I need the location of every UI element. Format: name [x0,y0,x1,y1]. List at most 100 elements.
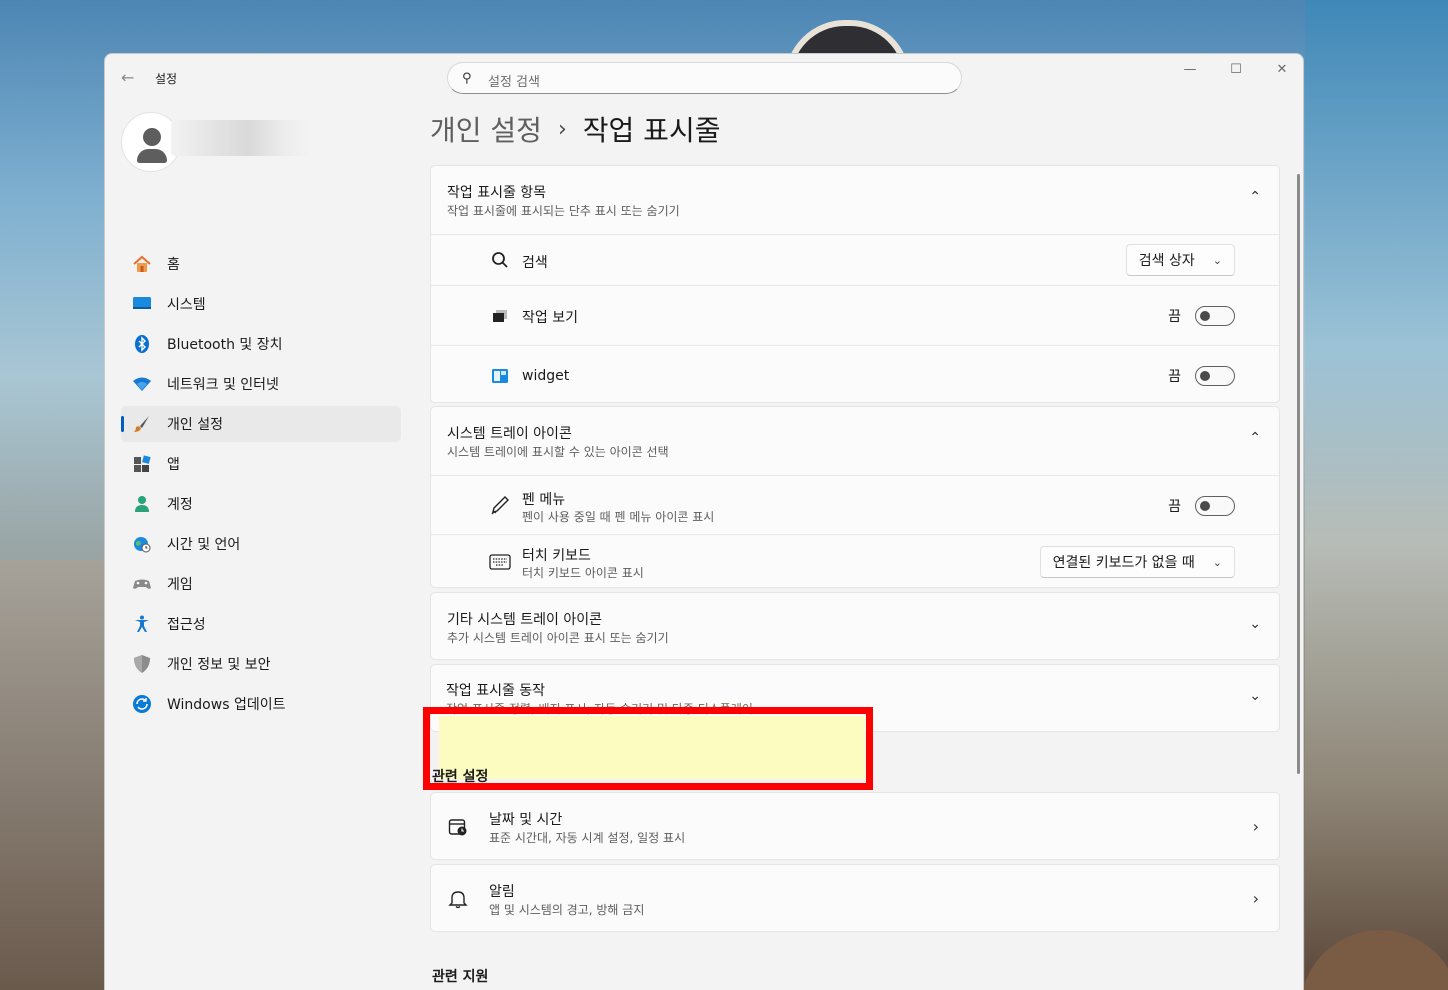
system-tray-header[interactable]: 시스템 트레이 아이콘 시스템 트레이에 표시할 수 있는 아이콘 선택 ⌃ [431,407,1279,475]
back-arrow-icon[interactable]: ← [121,68,134,87]
chevron-down-icon: ⌄ [1249,688,1261,704]
chevron-up-icon: ⌃ [1249,189,1261,205]
breadcrumb: 개인 설정 › 작업 표시줄 [430,106,720,152]
sidebar-item-windows-update[interactable]: Windows 업데이트 [121,686,401,722]
dropdown-value: 검색 상자 [1138,253,1195,269]
sidebar-item-gaming[interactable]: 게임 [121,566,401,602]
touch-keyboard-sub: 터치 키보드 아이콘 표시 [522,566,644,580]
sidebar-item-time-language[interactable]: 시간 및 언어 [121,526,401,562]
nav-list: 홈 시스템 Bluetooth 및 장치 네트워크 및 인터넷 개인 설정 앱 … [121,246,401,726]
sidebar-item-home[interactable]: 홈 [121,246,401,282]
widget-label: widget [522,368,570,384]
keyboard-icon [489,551,511,573]
sidebar-item-label: Bluetooth 및 장치 [167,337,283,353]
pen-menu-label: 펜 메뉴 [522,492,566,508]
scrollbar[interactable] [1297,174,1300,774]
page-title: 작업 표시줄 [582,114,721,147]
link-subtitle: 앱 및 시스템의 경고, 방해 금지 [489,903,645,917]
sidebar-item-label: 시간 및 언어 [167,537,241,553]
taskbar-behaviors-subtitle: 작업 표시줄 정렬, 배지 표시, 자동 숨기기 및 다중 디스플레이 [446,702,753,716]
dropdown-value: 연결된 키보드가 없을 때 [1052,555,1195,571]
search-icon [489,249,511,271]
breadcrumb-parent[interactable]: 개인 설정 [430,109,542,149]
card-subtitle: 추가 시스템 트레이 아이콘 표시 또는 숨기기 [447,631,669,645]
sidebar-item-label: 네트워크 및 인터넷 [167,377,279,393]
bluetooth-icon [131,333,153,355]
link-title: 날짜 및 시간 [489,812,563,828]
task-view-toggle[interactable] [1195,306,1235,326]
sidebar-item-personalization[interactable]: 개인 설정 [121,406,401,442]
widget-icon [489,365,511,387]
home-icon [131,253,153,275]
card-title: 시스템 트레이 아이콘 [447,426,572,442]
taskbar-items-card: 작업 표시줄 항목 작업 표시줄에 표시되는 단추 표시 또는 숨기기 ⌃ 검색… [430,165,1280,403]
touch-keyboard-label: 터치 키보드 [522,548,591,564]
chevron-down-icon: ⌄ [1212,253,1222,267]
chevron-up-icon: ⌃ [1249,430,1261,446]
search-placeholder: 설정 검색 [488,75,540,90]
close-button[interactable]: ✕ [1259,62,1303,77]
person-icon [131,493,153,515]
bell-icon [447,888,469,910]
pen-icon [489,494,511,516]
notifications-link[interactable]: 알림 앱 및 시스템의 경고, 방해 금지 › [430,864,1280,932]
main-content: 개인 설정 › 작업 표시줄 작업 표시줄 항목 작업 표시줄에 표시되는 단추… [423,102,1286,990]
brush-icon [131,413,153,435]
search-icon: ⚲ [462,71,472,86]
search-mode-dropdown[interactable]: 검색 상자 ⌄ [1125,244,1235,276]
sidebar-item-bluetooth[interactable]: Bluetooth 및 장치 [121,326,401,362]
widget-row: widget 끔 [431,345,1279,403]
taskbar-behaviors-title: 작업 표시줄 동작 [446,683,546,699]
wallpaper-left [0,560,110,990]
sidebar-item-label: 계정 [167,497,193,513]
sidebar-item-network[interactable]: 네트워크 및 인터넷 [121,366,401,402]
pen-menu-toggle[interactable] [1195,496,1235,516]
globe-clock-icon [131,533,153,555]
widget-toggle[interactable] [1195,366,1235,386]
touch-keyboard-row: 터치 키보드 터치 키보드 아이콘 표시 연결된 키보드가 없을 때 ⌄ [431,534,1279,588]
chevron-down-icon: ⌄ [1212,555,1222,569]
sidebar-item-label: 접근성 [167,617,206,633]
accessibility-icon [131,613,153,635]
wallpaper-right [1305,0,1448,990]
sidebar: 홈 시스템 Bluetooth 및 장치 네트워크 및 인터넷 개인 설정 앱 … [105,102,415,990]
pen-menu-sub: 펜이 사용 중일 때 펜 메뉴 아이콘 표시 [522,510,715,524]
other-tray-card[interactable]: 기타 시스템 트레이 아이콘 추가 시스템 트레이 아이콘 표시 또는 숨기기 … [430,592,1280,660]
active-indicator [121,416,124,432]
sidebar-item-label: 개인 정보 및 보안 [167,657,271,673]
shield-icon [131,653,153,675]
minimize-button[interactable]: — [1167,62,1213,77]
link-subtitle: 표준 시간대, 자동 시계 설정, 일정 표시 [489,831,686,845]
toggle-state-label: 끔 [1168,369,1181,385]
sidebar-item-accessibility[interactable]: 접근성 [121,606,401,642]
blurred-user-name [171,120,311,156]
calendar-clock-icon [447,816,469,838]
date-time-link[interactable]: 날짜 및 시간 표준 시간대, 자동 시계 설정, 일정 표시 › [430,792,1280,860]
maximize-button[interactable]: ☐ [1213,62,1259,77]
touch-keyboard-dropdown[interactable]: 연결된 키보드가 없을 때 ⌄ [1039,546,1235,578]
sidebar-item-label: 시스템 [167,297,206,313]
card-subtitle: 시스템 트레이에 표시할 수 있는 아이콘 선택 [447,445,669,459]
card-title: 작업 표시줄 항목 [447,185,547,201]
widget-toggle-group: 끔 [1168,366,1235,386]
search-box[interactable]: ⚲ 설정 검색 [447,62,962,94]
sidebar-item-label: Windows 업데이트 [167,697,286,713]
user-profile[interactable] [121,112,321,174]
related-support-heading: 관련 지원 [432,969,489,985]
sidebar-item-apps[interactable]: 앱 [121,446,401,482]
app-title: 설정 [155,72,178,86]
taskbar-items-header[interactable]: 작업 표시줄 항목 작업 표시줄에 표시되는 단추 표시 또는 숨기기 ⌃ [431,166,1279,234]
chevron-right-icon: › [1252,889,1259,908]
task-view-toggle-group: 끔 [1168,306,1235,326]
sidebar-item-system[interactable]: 시스템 [121,286,401,322]
wifi-icon [131,373,153,395]
sidebar-item-privacy-security[interactable]: 개인 정보 및 보안 [121,646,401,682]
card-title: 기타 시스템 트레이 아이콘 [447,612,603,628]
task-view-icon [489,305,511,327]
sidebar-item-label: 개인 설정 [167,417,223,433]
sidebar-item-accounts[interactable]: 계정 [121,486,401,522]
related-settings-heading: 관련 설정 [432,769,489,785]
toggle-state-label: 끔 [1168,499,1181,515]
system-tray-card: 시스템 트레이 아이콘 시스템 트레이에 표시할 수 있는 아이콘 선택 ⌃ 펜… [430,406,1280,588]
sidebar-item-label: 게임 [167,577,193,593]
